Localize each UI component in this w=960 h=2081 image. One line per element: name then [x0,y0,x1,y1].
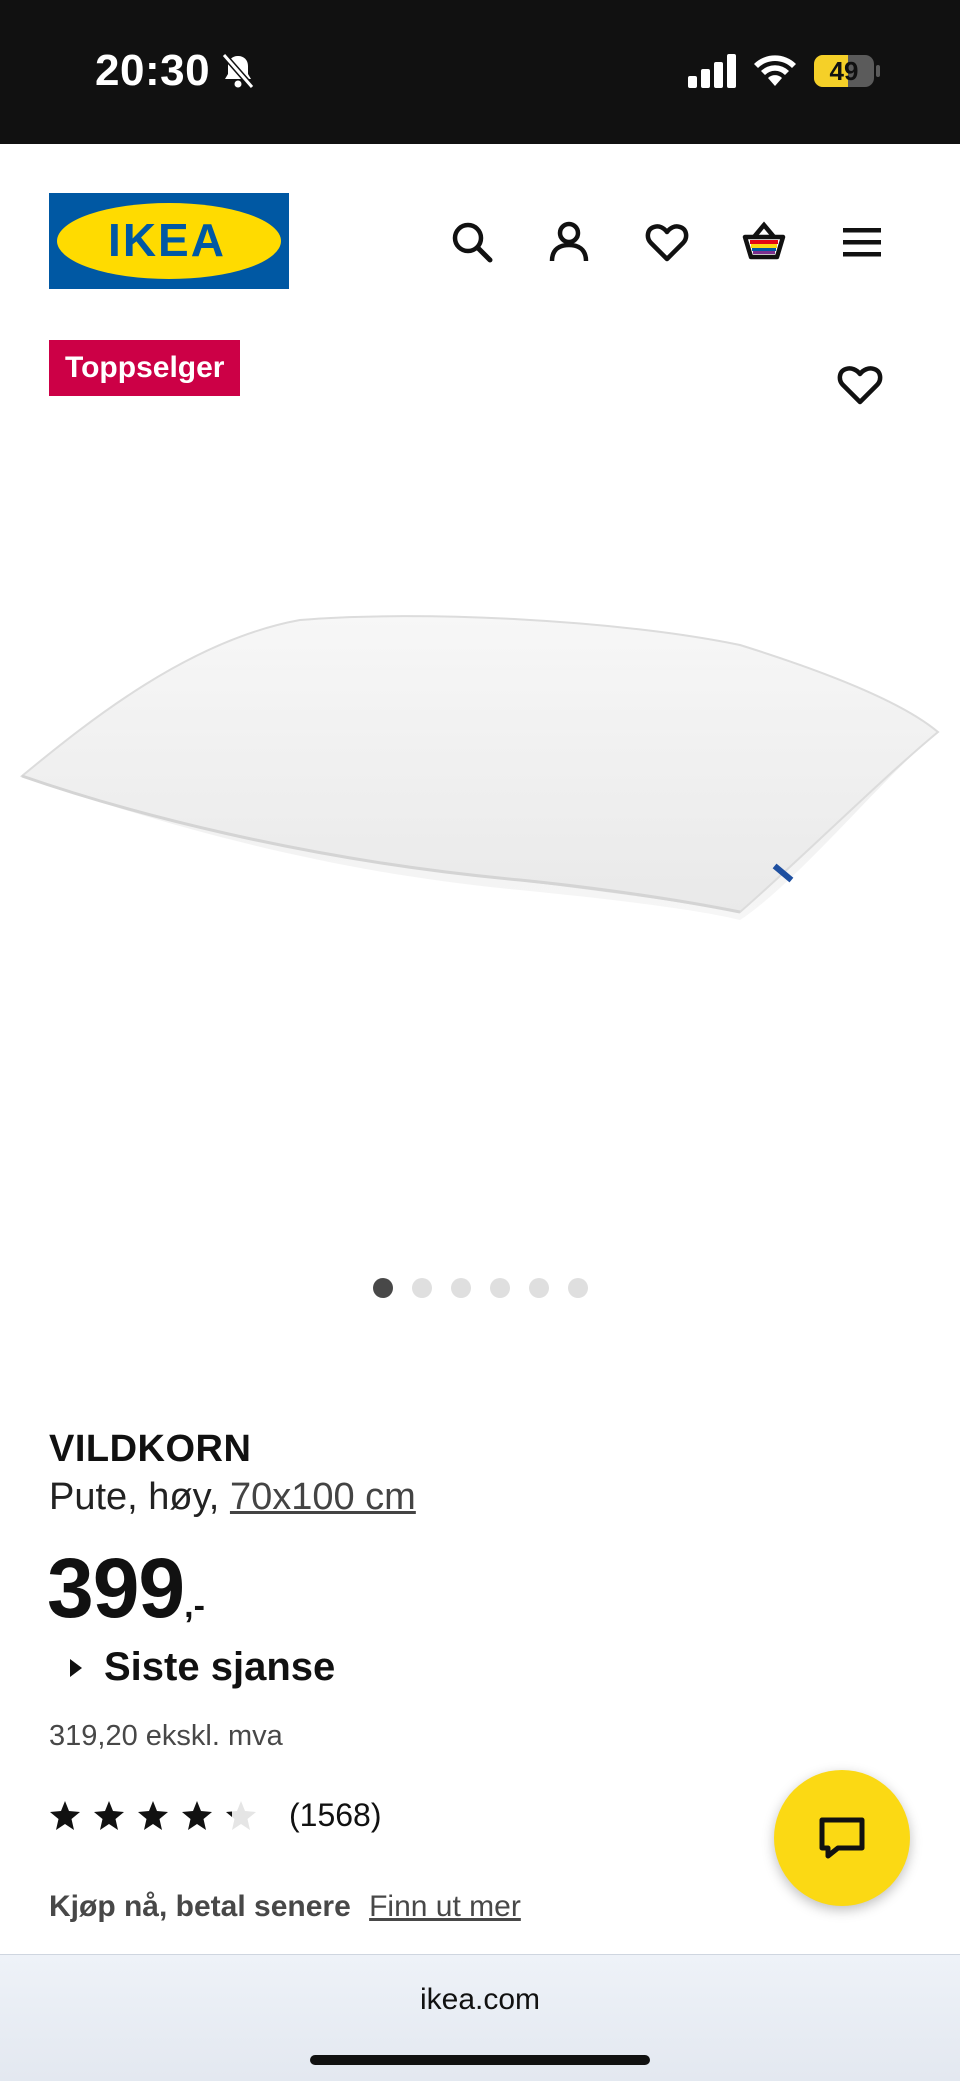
battery-level: 49 [829,56,859,86]
favorite-product-button[interactable] [836,360,888,412]
product-description: Pute, høy, 70x100 cm [49,1476,416,1519]
chat-icon [819,1817,865,1859]
site-header: IKEA [0,144,960,314]
buy-now-label: Kjøp nå, betal senere [49,1890,351,1923]
carousel-dot[interactable] [567,1278,588,1298]
buy-now-pay-later: Kjøp nå, betal senere Finn ut mer [49,1890,521,1924]
carousel-dot[interactable] [450,1278,471,1298]
heart-icon [837,366,883,405]
image-carousel-dots [0,1278,960,1302]
product-rating[interactable]: (1568) [49,1797,382,1834]
rating-count: (1568) [289,1797,382,1833]
heart-icon[interactable] [641,216,693,268]
menu-icon[interactable] [836,216,888,268]
star-icon [50,1800,80,1830]
status-bar: 20:30 49 [0,0,960,144]
signal-icon [688,54,736,88]
bell-slash-icon [221,53,255,89]
browser-url-bar[interactable]: ikea.com [0,1954,960,2081]
expand-triangle-icon [70,1658,82,1677]
chat-button[interactable] [774,1770,910,1906]
basket-icon[interactable] [738,216,790,268]
product-price: 399,- [47,1540,205,1637]
carousel-dot[interactable] [489,1278,510,1298]
status-badge: Toppselger [49,340,241,396]
wifi-icon [754,55,796,86]
learn-more-link[interactable]: Finn ut mer [369,1890,521,1923]
user-icon[interactable] [543,216,595,268]
product-name: VILDKORN [49,1428,252,1470]
home-indicator[interactable] [310,2055,650,2065]
product-image[interactable] [0,450,960,1270]
carousel-dot[interactable] [372,1278,393,1298]
price-main: 399 [47,1541,185,1635]
star-partial-icon [226,1800,256,1830]
battery-icon: 49 [814,54,880,88]
star-icon [94,1800,124,1830]
product-type: Pute, høy, [49,1476,230,1518]
last-chance-toggle[interactable]: Siste sjanse [70,1645,335,1690]
star-icon [138,1800,168,1830]
star-icon [182,1800,212,1830]
price-ex-vat: 319,20 ekskl. mva [49,1720,283,1752]
status-time: 20:30 [95,46,211,95]
last-chance-label: Siste sjanse [104,1645,336,1689]
price-suffix: ,- [184,1587,205,1625]
url-text: ikea.com [419,1983,541,2016]
carousel-dot[interactable] [411,1278,432,1298]
ikea-logo[interactable]: IKEA [49,193,289,289]
carousel-dot[interactable] [528,1278,549,1298]
product-size-link[interactable]: 70x100 cm [230,1476,416,1518]
search-icon[interactable] [446,216,498,268]
svg-text:IKEA: IKEA [108,214,226,266]
